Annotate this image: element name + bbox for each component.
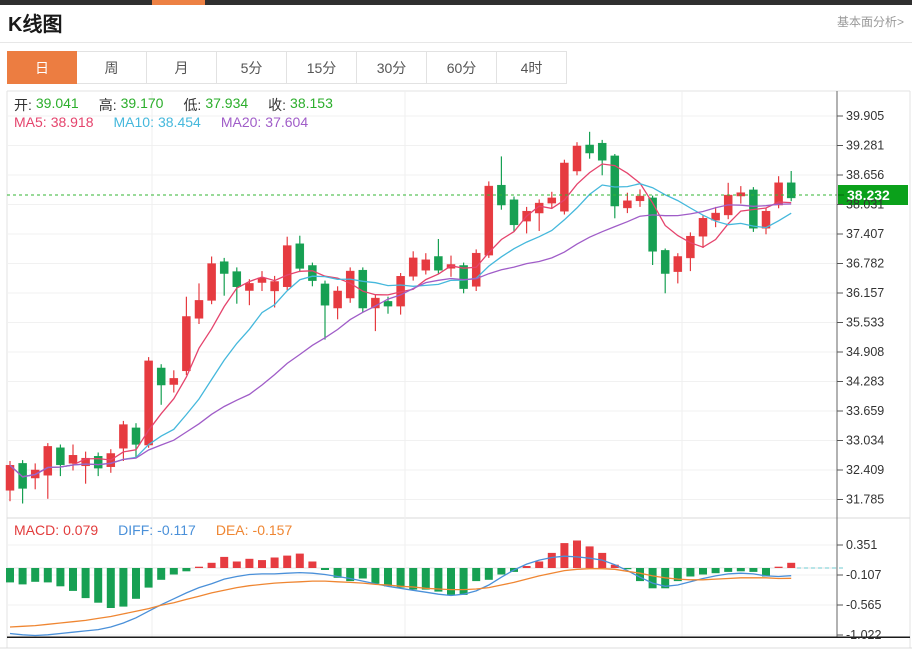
- svg-text:34.283: 34.283: [846, 375, 884, 389]
- svg-text:-1.022: -1.022: [846, 628, 881, 642]
- macd-histogram: [6, 541, 795, 609]
- kline-page: { "header": { "title": "K线图", "link": "基…: [0, 0, 912, 650]
- svg-text:33.034: 33.034: [846, 434, 884, 448]
- svg-text:32.409: 32.409: [846, 463, 884, 477]
- svg-text:-0.107: -0.107: [846, 568, 881, 582]
- svg-text:39.281: 39.281: [846, 139, 884, 153]
- svg-text:0.351: 0.351: [846, 538, 877, 552]
- readout-item: 开:39.041: [14, 95, 79, 115]
- svg-text:36.157: 36.157: [846, 286, 884, 300]
- readout-item: 收:38.153: [268, 95, 333, 115]
- readout-item: DIFF:-0.117: [118, 522, 196, 538]
- svg-text:-0.565: -0.565: [846, 598, 881, 612]
- svg-text:38.031: 38.031: [846, 198, 884, 212]
- readout-item: MA5:38.918: [14, 114, 94, 130]
- svg-text:34.908: 34.908: [846, 345, 884, 359]
- readout-item: MA20:37.604: [221, 114, 308, 130]
- ma-readout: MA5:38.918 MA10:38.454 MA20:37.604: [14, 114, 308, 130]
- ohlc-readout: 开:39.041 高:39.170 低:37.934 收:38.153: [14, 95, 333, 115]
- macd-readout: MACD:0.079 DIFF:-0.117 DEA:-0.157: [14, 522, 292, 538]
- readout-item: 高:39.170: [99, 95, 164, 115]
- svg-text:39.905: 39.905: [846, 109, 884, 123]
- svg-text:37.407: 37.407: [846, 227, 884, 241]
- readout-item: DEA:-0.157: [216, 522, 292, 538]
- candles: [6, 132, 795, 504]
- svg-text:33.659: 33.659: [846, 404, 884, 418]
- svg-text:38.656: 38.656: [846, 168, 884, 182]
- readout-item: MACD:0.079: [14, 522, 98, 538]
- readout-item: 低:37.934: [183, 95, 248, 115]
- svg-text:35.533: 35.533: [846, 316, 884, 330]
- svg-text:31.785: 31.785: [846, 493, 884, 507]
- svg-text:36.782: 36.782: [846, 257, 884, 271]
- readout-item: MA10:38.454: [114, 114, 201, 130]
